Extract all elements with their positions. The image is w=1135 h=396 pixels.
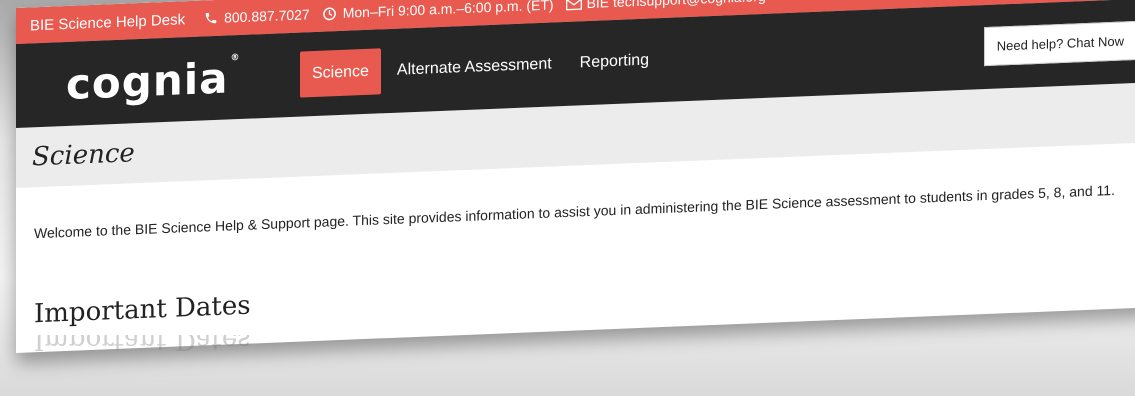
nav-item-alternate-assessment[interactable]: Alternate Assessment <box>385 41 564 94</box>
email-link[interactable]: BIE techsupport@cognia.org <box>587 0 766 11</box>
phone-item[interactable]: 800.887.7027 <box>203 6 310 26</box>
chat-now-button[interactable]: Need help? Chat Now <box>983 20 1135 67</box>
registered-mark: ® <box>230 52 241 63</box>
phone-icon <box>203 10 219 27</box>
mail-icon <box>565 0 582 12</box>
help-desk-label: BIE Science Help Desk <box>30 10 186 34</box>
heading-reflection: Important Dates <box>34 335 251 355</box>
logo-text[interactable]: cognia <box>66 53 228 109</box>
hours-text: Mon–Fri 9:00 a.m.–6:00 p.m. (ET) <box>342 0 554 21</box>
email-item[interactable]: BIE techsupport@cognia.org <box>565 0 766 12</box>
page-title: Science <box>32 138 135 173</box>
hours-item: Mon–Fri 9:00 a.m.–6:00 p.m. (ET) <box>322 0 554 22</box>
browser-screen: BIE Science Help Desk 800.887.7027 Mon–F… <box>16 0 1135 353</box>
clock-icon <box>322 5 338 22</box>
nav-item-reporting[interactable]: Reporting <box>568 37 661 87</box>
cognia-logo[interactable]: cognia ® <box>66 51 286 109</box>
phone-number[interactable]: 800.887.7027 <box>224 6 310 25</box>
stage: BIE Science Help Desk 800.887.7027 Mon–F… <box>0 0 1135 396</box>
nav-item-science[interactable]: Science <box>300 48 381 98</box>
